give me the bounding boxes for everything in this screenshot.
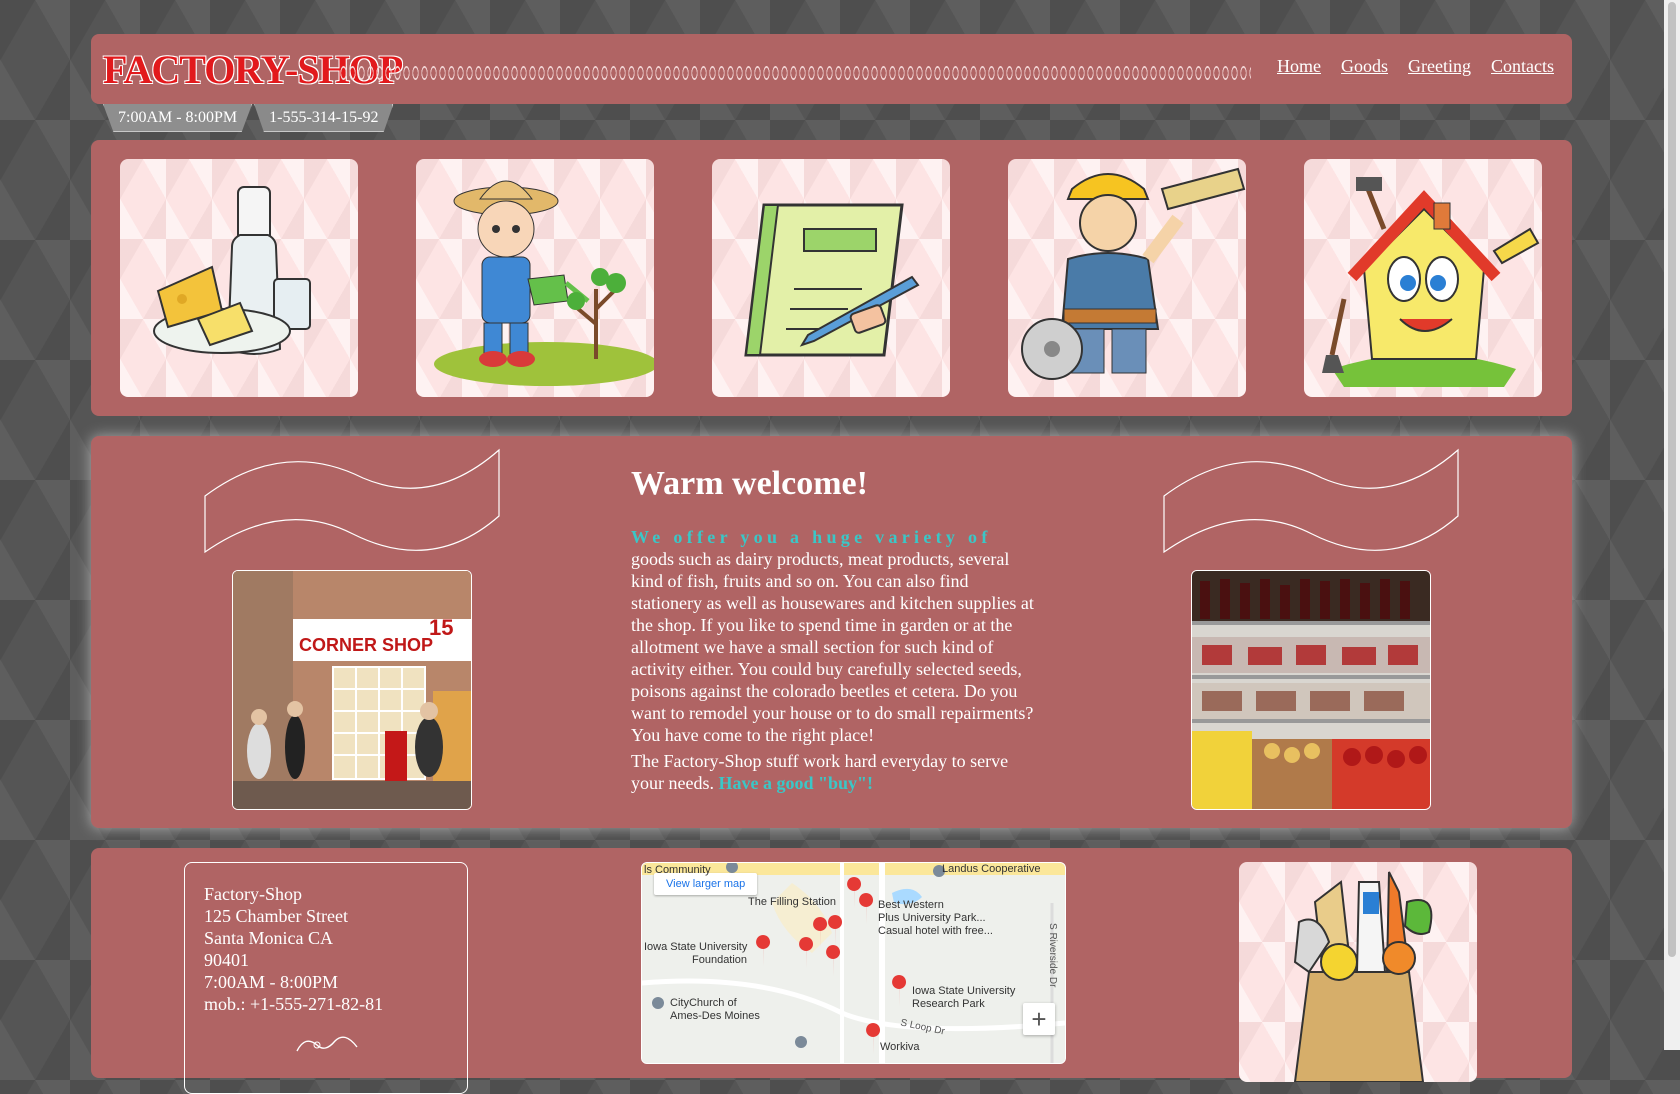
phone-tab: 1-555-314-15-92 <box>254 104 394 132</box>
nav-home-link[interactable]: Home <box>1277 56 1321 77</box>
nav-goods-link[interactable]: Goods <box>1341 56 1388 77</box>
map-label-riverside: S Riverside Dr <box>1047 923 1058 988</box>
map-zoom-in-button[interactable]: + <box>1023 1003 1055 1035</box>
map-label-isu-foundation: Iowa State University Foundation <box>644 941 748 966</box>
left-ribbon-banner <box>204 448 500 554</box>
welcome-closing-accent: Have a good "buy"! <box>718 773 873 793</box>
nav-contacts-link[interactable]: Contacts <box>1491 56 1554 77</box>
welcome-section: CORNER SHOP 15 Warm welcome! We offer yo… <box>91 436 1572 828</box>
welcome-lead: We offer you a huge variety of <box>631 527 992 547</box>
welcome-title: Warm welcome! <box>631 465 868 502</box>
address-shop-name: Factory-Shop <box>204 884 302 904</box>
map-label-best-western: Best Western Plus University Park... Casua… <box>878 899 993 937</box>
embedded-map[interactable]: View larger map Landus Cooperative ls Co… <box>641 862 1066 1064</box>
welcome-body: goods such as dairy products, meat produ… <box>631 549 1034 745</box>
map-label-landus: Landus Cooperative <box>942 863 1041 875</box>
corner-shop-photo[interactable]: CORNER SHOP 15 <box>232 570 472 810</box>
address-street: 125 Chamber Street <box>204 906 348 926</box>
right-ribbon-banner <box>1163 448 1459 554</box>
gardening-kid-image[interactable] <box>416 159 654 397</box>
address-card: Factory-Shop 125 Chamber Street Santa Mo… <box>184 862 468 1094</box>
shop-shelves-photo[interactable] <box>1191 570 1431 810</box>
header-bar: FACTORY-SHOP Home Goods Greeting Contact… <box>91 34 1572 104</box>
info-tabs: 7:00AM - 8:00PM 1-555-314-15-92 <box>103 104 395 132</box>
map-label-filling-station: The Filling Station <box>748 896 837 908</box>
map-label-workiva: Workiva <box>880 1041 920 1053</box>
stationery-notebook-image[interactable] <box>712 159 950 397</box>
shop-sign-text: CORNER SHOP <box>299 635 433 655</box>
flourish-ornament <box>296 1036 358 1052</box>
address-city: Santa Monica CA <box>204 928 333 948</box>
map-label-community: ls Community <box>644 864 711 876</box>
page-scrollbar[interactable] <box>1664 0 1680 1050</box>
dairy-products-image[interactable] <box>120 159 358 397</box>
decorative-coil <box>339 62 1251 82</box>
goods-gallery <box>91 140 1572 416</box>
nav-greeting-link[interactable]: Greeting <box>1408 56 1471 77</box>
grocery-bag-image[interactable] <box>1239 862 1477 1082</box>
house-repair-image[interactable] <box>1304 159 1542 397</box>
map-label-research-park: Iowa State University Research Park <box>912 985 1016 1010</box>
address-mobile: mob.: +1-555-271-82-81 <box>204 994 384 1014</box>
contact-section: Factory-Shop 125 Chamber Street Santa Mo… <box>91 848 1572 1094</box>
scrollbar-thumb[interactable] <box>1668 2 1676 957</box>
welcome-text-block: Warm welcome! We offer you a huge variet… <box>631 464 1036 798</box>
main-nav: Home Goods Greeting Contacts <box>1277 56 1554 77</box>
map-label-church: CityChurch of Ames-Des Moines <box>670 997 760 1022</box>
shop-number-text: 15 <box>429 615 453 640</box>
address-hours: 7:00AM - 8:00PM <box>204 972 339 992</box>
address-zip: 90401 <box>204 950 249 970</box>
hours-tab: 7:00AM - 8:00PM <box>103 104 253 132</box>
builder-worker-image[interactable] <box>1008 159 1246 397</box>
